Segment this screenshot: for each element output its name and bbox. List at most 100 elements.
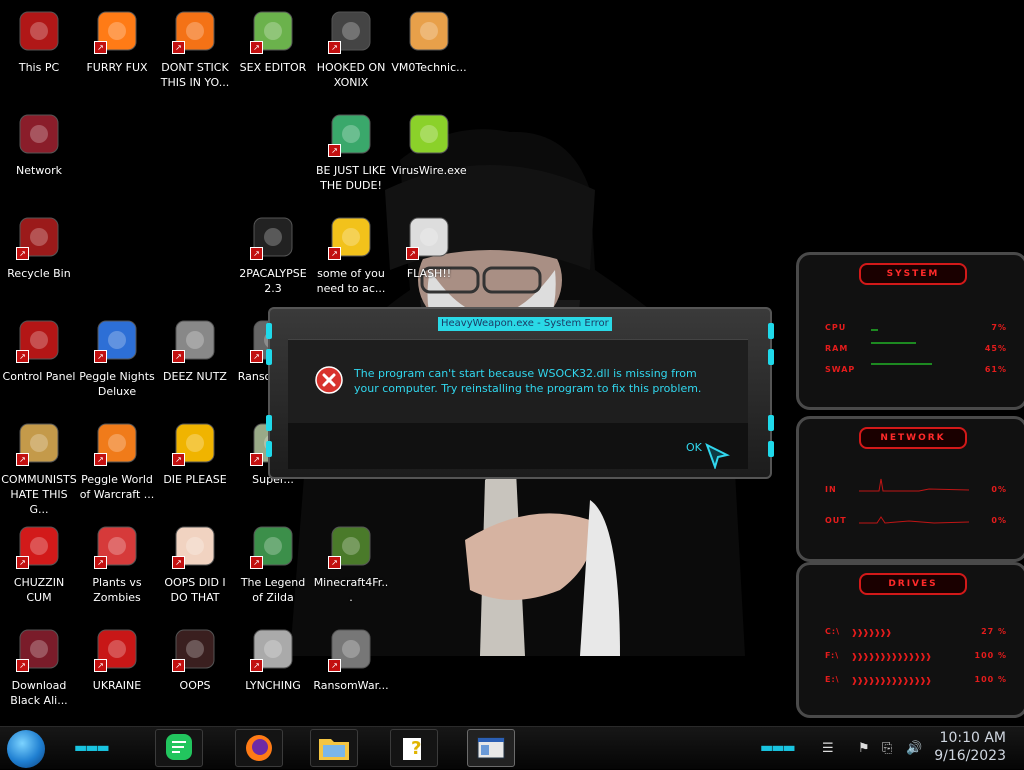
radiation-icon: ↗ <box>94 626 140 672</box>
xonix-icon: ↗ <box>328 8 374 54</box>
drive-e-value: 100 % <box>974 675 1007 684</box>
desktop-icon[interactable]: ↗ OOPS <box>156 626 234 693</box>
desktop-icon-label: COMMUNISTS HATE THIS G... <box>1 473 77 516</box>
taskbar-notes-app[interactable] <box>155 729 203 767</box>
taskbar-file-explorer-app[interactable] <box>310 729 358 767</box>
desktop-icon[interactable]: ↗ CHUZZIN CUM <box>0 523 78 605</box>
shortcut-arrow-icon: ↗ <box>328 41 341 54</box>
desktop-icon[interactable]: ↗ Minecraft4Fr... <box>312 523 390 605</box>
drives-monitor-panel: DRIVES C:\ 27 % F:\ 100 % E:\ 100 % ❱❱❱❱… <box>796 562 1024 718</box>
desktop-icon[interactable]: ↗ COMMUNISTS HATE THIS G... <box>0 420 78 517</box>
noose-icon: ↗ <box>250 626 296 672</box>
desktop-icon-label: 2PACALYPSE 2.3 <box>239 267 307 295</box>
desktop-icon-label: Minecraft4Fr... <box>313 576 389 604</box>
doctor-icon <box>406 8 452 54</box>
desktop-icon[interactable]: ↗ LYNCHING <box>234 626 312 693</box>
dialog-glow <box>768 441 774 457</box>
shortcut-arrow-icon: ↗ <box>328 247 341 260</box>
desktop-icon[interactable]: ↗ Peggle Nights Deluxe <box>78 317 156 399</box>
firefox-icon: ↗ <box>94 8 140 54</box>
drives-panel-title: DRIVES <box>859 573 967 595</box>
desktop-icon-label: Plants vs Zombies <box>92 576 142 604</box>
network-graph <box>859 478 969 524</box>
shortcut-arrow-icon: ↗ <box>406 247 419 260</box>
cmd-icon: ↗ <box>250 214 296 260</box>
desktop-icon[interactable]: Network <box>0 111 78 178</box>
desktop-icon[interactable]: ↗ FLASH!! <box>390 214 468 281</box>
drive-f-label: F:\ <box>825 651 840 660</box>
desktop-icon[interactable]: ↗ The Legend of Zilda <box>234 523 312 605</box>
folder-icon <box>319 739 349 760</box>
taskbar-window-app[interactable] <box>467 729 515 767</box>
shortcut-arrow-icon: ↗ <box>16 659 29 672</box>
volume-icon[interactable]: 🔊 <box>906 741 922 756</box>
desktop-icon[interactable]: ↗ Peggle World of Warcraft ... <box>78 420 156 502</box>
pvz-icon: ↗ <box>94 523 140 569</box>
desktop-icon[interactable]: ↗ Control Panel <box>0 317 78 384</box>
svg-text:?: ? <box>411 738 421 759</box>
taskbar-clock[interactable]: 10:10 AM 9/16/2023 <box>934 729 1006 765</box>
window-icon <box>477 737 505 759</box>
cpu-label: CPU <box>825 323 847 332</box>
taskbar-help-app[interactable]: ? <box>390 729 438 767</box>
peggle-icon: ↗ <box>94 317 140 363</box>
desktop-icon[interactable]: This PC <box>0 8 78 75</box>
desktop-icon-label: UKRAINE <box>92 679 142 692</box>
shortcut-arrow-icon: ↗ <box>172 41 185 54</box>
desktop-icon[interactable]: ↗ HOOKED ON XONIX <box>312 8 390 90</box>
start-button[interactable] <box>7 730 45 768</box>
desktop-icon[interactable]: ↗ SEX EDITOR <box>234 8 312 75</box>
limewire-icon <box>406 111 452 157</box>
error-dialog[interactable]: HeavyWeapon.exe - System Error The progr… <box>266 307 774 479</box>
desktop-icon-label: Control Panel <box>2 370 76 383</box>
notes-icon <box>166 734 192 760</box>
taskbar-firefox-app[interactable] <box>235 729 283 767</box>
ok-button[interactable]: OK <box>686 441 702 454</box>
shortcut-arrow-icon: ↗ <box>250 247 263 260</box>
network-tray-icon[interactable]: ⎘ <box>882 741 892 756</box>
cpu-row: CPU 7% <box>825 323 1007 335</box>
desktop-icon[interactable]: ↗ FURRY FUX <box>78 8 156 75</box>
desktop-icon[interactable]: ↗ DONT STICK THIS IN YO... <box>156 8 234 90</box>
desktop-icon-label: OOPS DID I DO THAT <box>164 576 226 604</box>
error-icon <box>315 366 343 394</box>
drive-f-value: 100 % <box>974 651 1007 660</box>
desktop-icon-label: CHUZZIN CUM <box>13 576 65 604</box>
windows-stack-icon: ↗ <box>172 317 218 363</box>
taskbar-decoration: ▬▬▬ <box>760 740 796 756</box>
desktop-icon-label: DIE PLEASE <box>163 473 227 486</box>
drive-e-meter: ❱❱❱❱❱❱❱❱❱❱❱❱❱❱ <box>851 676 932 685</box>
dialog-button-area <box>288 423 748 469</box>
desktop-icon[interactable]: VM0Technic... <box>390 8 468 75</box>
swap-value: 61% <box>984 365 1007 374</box>
desktop-icon[interactable]: VirusWire.exe <box>390 111 468 178</box>
desktop-icon[interactable]: ↗ UKRAINE <box>78 626 156 693</box>
desktop-icon[interactable]: ↗ BE JUST LIKE THE DUDE! <box>312 111 390 193</box>
shortcut-arrow-icon: ↗ <box>250 659 263 672</box>
task-view-icon[interactable]: ☰ <box>822 741 834 756</box>
desktop-icon[interactable]: ↗ Recycle Bin <box>0 214 78 281</box>
flag-icon[interactable]: ⚑ <box>858 741 870 756</box>
dialog-glow <box>768 415 774 431</box>
desktop-icon[interactable]: ↗ 2PACALYPSE 2.3 <box>234 214 312 296</box>
dialog-title[interactable]: HeavyWeapon.exe - System Error <box>438 317 612 331</box>
desktop-icon[interactable]: ↗ some of you need to ac... <box>312 214 390 296</box>
shortcut-arrow-icon: ↗ <box>250 41 263 54</box>
desktop-icon[interactable]: ↗ RansomWar... <box>312 626 390 693</box>
network-icon <box>16 111 62 157</box>
ram-value: 45% <box>984 344 1007 353</box>
desktop-icon[interactable]: ↗ OOPS DID I DO THAT <box>156 523 234 605</box>
desktop-icon[interactable]: ↗ DEEZ NUTZ <box>156 317 234 384</box>
dog-icon: ↗ <box>328 214 374 260</box>
desktop-icon[interactable]: ↗ Plants vs Zombies <box>78 523 156 605</box>
peggle-wow-icon: ↗ <box>94 420 140 466</box>
desktop-icon-label: Recycle Bin <box>7 267 71 280</box>
shortcut-arrow-icon: ↗ <box>172 350 185 363</box>
desktop-icon[interactable]: ↗ Download Black Ali... <box>0 626 78 708</box>
shortcut-arrow-icon: ↗ <box>250 556 263 569</box>
desktop-icon[interactable]: ↗ DIE PLEASE <box>156 420 234 487</box>
desktop-icon-label: FLASH!! <box>406 267 452 280</box>
shortcut-arrow-icon: ↗ <box>172 453 185 466</box>
dialog-glow <box>266 323 272 339</box>
desktop-icon-label: DONT STICK THIS IN YO... <box>160 61 230 89</box>
